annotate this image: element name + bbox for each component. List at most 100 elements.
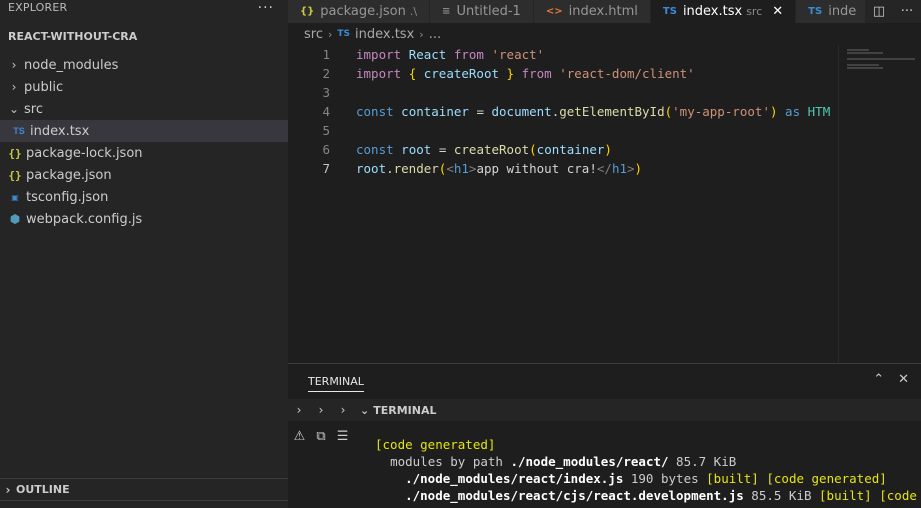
tab-description: .\ <box>409 5 418 18</box>
tree-item[interactable]: {} package.json <box>0 164 288 186</box>
code-line: 4 const container = document.getElementB… <box>288 102 838 121</box>
tree-item[interactable]: ⬢ webpack.config.js <box>0 208 288 230</box>
terminal-text: modules by path <box>390 454 511 469</box>
tab-inde[interactable]: TS inde <box>796 0 870 23</box>
terminal-section-label: TERMINAL <box>373 403 437 417</box>
string-literal: 'react' <box>491 47 545 62</box>
keyword: import <box>356 66 402 81</box>
paren: ) <box>604 142 612 157</box>
terminal-output[interactable]: [code generated] modules by path ./node_… <box>375 436 921 504</box>
timeline-section[interactable] <box>0 500 288 508</box>
project-folder-header[interactable]: REACT-WITHOUT-CRA <box>0 18 288 54</box>
tree-item-label: index.tsx <box>30 123 90 139</box>
tab-label: inde <box>828 4 857 19</box>
line-number: 1 <box>322 47 330 62</box>
breadcrumb-file[interactable]: index.tsx <box>355 27 414 42</box>
editor-tabs: {} package.json .\ ≡ Untitled-1 <> index.html T… <box>288 0 921 23</box>
keyword: from <box>521 66 552 81</box>
brace: } <box>506 66 515 81</box>
tree-item[interactable]: TS index.tsx <box>0 120 288 142</box>
tree-item-label: node_modules <box>24 57 119 73</box>
tab-untitled-1[interactable]: ≡ Untitled-1 <box>430 0 534 23</box>
code-editor[interactable]: 1 import React from 'react' 2 import { c… <box>288 45 838 363</box>
json-file-icon: {} <box>8 168 22 182</box>
tree-item-label: tsconfig.json <box>26 189 109 205</box>
more-actions-icon[interactable]: ··· <box>901 4 913 19</box>
code-line: 1 import React from 'react' <box>288 45 838 64</box>
string-literal: 'my-app-root' <box>672 104 770 119</box>
terminal-section-header[interactable]: ⌄ TERMINAL <box>360 404 436 417</box>
panel-actions: ⌃ ✕ <box>873 372 909 387</box>
chevron-down-icon: ⌄ <box>8 102 20 116</box>
terminal-line: ./node_modules/react/cjs/react.developme… <box>375 487 921 504</box>
minimap-line <box>847 67 883 69</box>
breadcrumb-folder[interactable]: src <box>304 27 323 42</box>
chevron-right-icon: › <box>419 27 424 41</box>
tsconfig-file-icon: ▣ <box>11 192 19 202</box>
tag-bracket: > <box>627 161 635 176</box>
editor-tab-actions: ◫ ··· <box>865 0 921 23</box>
keyword: from <box>453 47 484 62</box>
tab-terminal[interactable]: TERMINAL <box>308 375 364 392</box>
tab-label: package.json <box>320 4 406 19</box>
terminal-indent <box>375 454 390 469</box>
terminal-line: modules by path ./node_modules/react/ 85… <box>375 453 921 470</box>
line-content: const root = createRoot(container) <box>356 142 612 157</box>
terminal-text: ./node_modules/react/cjs/react.developme… <box>405 488 744 503</box>
chevron-right-icon: › <box>327 27 333 41</box>
line-number: 7 <box>322 161 330 176</box>
output-icon[interactable]: ☰ <box>337 429 349 444</box>
breadcrumb-symbols[interactable]: ... <box>429 27 441 42</box>
typescript-file-icon: TS <box>13 126 25 136</box>
warning-icon[interactable]: ⚠ <box>294 429 306 444</box>
close-icon[interactable]: ✕ <box>772 4 783 19</box>
close-icon[interactable]: ✕ <box>898 372 909 387</box>
line-number: 3 <box>322 85 330 100</box>
terminal-line: ./node_modules/react/index.js 190 bytes … <box>375 470 921 487</box>
code-line-current: 7 root.render(<h1>app without cra!</h1>) <box>288 159 838 178</box>
paren: ( <box>529 142 537 157</box>
chevron-up-icon[interactable]: ⌃ <box>873 372 884 387</box>
function-name: createRoot <box>453 142 530 157</box>
tree-item[interactable]: ⌄ src <box>0 98 288 120</box>
terminal-text: 190 bytes <box>623 471 707 486</box>
chevron-right-icon[interactable]: › <box>332 403 354 417</box>
explorer-header: EXPLORER ··· <box>0 0 288 15</box>
type-name: HTM <box>807 104 831 119</box>
tree-item[interactable]: ▣ tsconfig.json <box>0 186 288 208</box>
identifier: document <box>491 104 552 119</box>
tab-index-tsx[interactable]: TS index.tsx src ✕ <box>650 0 797 23</box>
terminal-line: [code generated] <box>375 436 921 453</box>
more-actions-icon[interactable]: ··· <box>258 1 274 15</box>
chevron-right-icon: › <box>11 58 17 72</box>
explorer-sidebar: EXPLORER ··· REACT-WITHOUT-CRA › node_mod… <box>0 0 288 508</box>
chevron-right-icon[interactable]: › <box>310 403 332 417</box>
function-name: .getElementById <box>551 104 665 119</box>
keyword: as <box>785 104 801 119</box>
outline-section[interactable]: › OUTLINE <box>0 478 288 500</box>
line-number: 2 <box>322 66 330 81</box>
minimap[interactable] <box>838 45 921 363</box>
line-number: 4 <box>322 104 330 119</box>
remote-icon[interactable]: ⧉ <box>316 429 325 444</box>
brace: { <box>408 66 417 81</box>
tab-package-json[interactable]: {} package.json .\ <box>288 0 431 23</box>
file-tree: › node_modules › public ⌄ src TS index.tsx {} pac… <box>0 54 288 230</box>
code-line: 6 const root = createRoot(container) <box>288 140 838 159</box>
tab-label: index.html <box>568 4 638 19</box>
tree-item[interactable]: › node_modules <box>0 54 288 76</box>
terminal-text: [built] [code ge <box>819 488 917 503</box>
identifier: container <box>401 104 469 119</box>
tree-item[interactable]: {} package-lock.json <box>0 142 288 164</box>
code-line: 3 <box>288 83 838 102</box>
identifier: createRoot <box>423 66 500 81</box>
code-line: 5 <box>288 121 838 140</box>
split-editor-icon[interactable]: ◫ <box>873 4 885 19</box>
chevron-right-icon[interactable]: › <box>288 403 310 417</box>
tree-item[interactable]: › public <box>0 76 288 98</box>
typescript-file-icon: TS <box>808 6 823 17</box>
explorer-title: EXPLORER <box>8 1 68 14</box>
tree-item-label: src <box>24 101 43 117</box>
tab-index-html[interactable]: <> index.html <box>533 0 651 23</box>
terminal-text: [built] [code generated] <box>706 471 887 486</box>
